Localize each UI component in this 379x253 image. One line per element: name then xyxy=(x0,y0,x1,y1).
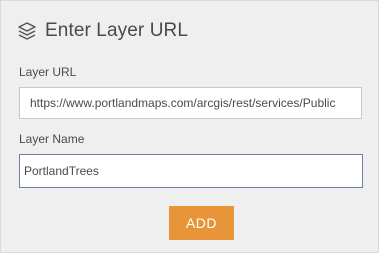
panel-header: Enter Layer URL xyxy=(17,19,188,43)
enter-layer-url-panel: Enter Layer URL Layer URL Layer Name ADD xyxy=(0,0,379,253)
panel-title: Enter Layer URL xyxy=(45,20,189,41)
layer-name-input[interactable] xyxy=(19,154,363,188)
add-button[interactable]: ADD xyxy=(169,206,234,240)
layers-icon xyxy=(17,21,37,41)
layer-name-label: Layer Name xyxy=(19,132,85,146)
layer-url-label: Layer URL xyxy=(19,65,77,79)
layer-url-input[interactable] xyxy=(19,87,362,119)
